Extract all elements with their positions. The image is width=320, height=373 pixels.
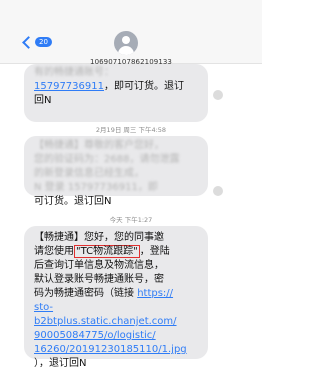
message-line: 后查询订单信息及物流信息， <box>34 260 164 271</box>
message-line: 【畅捷通】您好，您的同事邀 <box>34 232 164 243</box>
phone-link[interactable]: 15797736911 <box>34 81 104 92</box>
message-line: 16260/20191230185110/1.jpg <box>34 343 198 357</box>
message-line: 默认登录账号畅捷通账号，密 <box>34 274 164 285</box>
unread-count-badge: 20 <box>35 37 52 47</box>
chevron-left-icon <box>22 35 35 49</box>
url-link-start[interactable]: https:// <box>137 288 173 299</box>
message-line: ），退订回N <box>34 358 87 369</box>
message-line: 90005084775/o/logistic/ <box>34 329 198 343</box>
url-link[interactable]: 90005084775/o/logistic/ <box>34 330 156 341</box>
highlighted-app-name: "TC物流跟踪" <box>74 245 140 258</box>
person-icon-head <box>122 36 130 44</box>
message-line: sto- <box>34 301 198 315</box>
back-button[interactable]: 20 <box>22 35 52 49</box>
message-line: 【畅捷通】尊敬的客户您好， <box>34 140 164 151</box>
message-line: 请您使用 "TC物流跟踪" ，登陆 <box>34 245 170 258</box>
share-icon[interactable] <box>213 90 223 100</box>
url-link[interactable]: 16260/20191230185110/1.jpg <box>34 344 187 355</box>
message-line: 可订货。退订回N <box>34 196 112 207</box>
person-icon-body <box>118 46 134 55</box>
sms-conversation-screen: 20 10690710786210913​3 有的畅捷通账号： 15797736… <box>0 0 262 373</box>
share-icon[interactable] <box>213 186 223 196</box>
message-line: b2btplus.static.chanjet.com/ <box>34 315 198 329</box>
contact-avatar[interactable] <box>114 31 138 55</box>
timestamp-2: 今天 下午1:27 <box>109 216 153 224</box>
message-line: 有的畅捷通账号： <box>34 67 114 78</box>
message-bubble-2[interactable]: 【畅捷通】尊敬的客户您好， 您的验证码为：2688，请勿泄露 的新登录信息已经生… <box>24 136 208 207</box>
timestamp-1: 2月19日 周三 下午4:58 <box>95 126 167 134</box>
message-line: 码为畅捷通密码（链接 https:// <box>34 288 174 299</box>
message-bubble-1[interactable]: 有的畅捷通账号： 15797736911，即可订货。退订 回N <box>24 64 208 122</box>
url-link[interactable]: sto- <box>34 302 53 313</box>
message-bubble-3[interactable]: 【畅捷通】您好，您的同事邀 请您使用 "TC物流跟踪" ，登陆 后查询订单信息及物流… <box>24 226 208 369</box>
message-line: 您的验证码为：2688，请勿泄露 <box>34 154 180 165</box>
message-line: N 登录 15797736911，即 <box>34 182 158 193</box>
conversation-header: 20 10690710786210913​3 <box>0 0 262 66</box>
message-line: 回N <box>34 95 52 106</box>
message-line: 15797736911，即可订货。退订 <box>34 81 184 92</box>
message-line: 的新登录信息已经生成， <box>34 168 144 179</box>
url-link[interactable]: b2btplus.static.chanjet.com/ <box>34 316 177 327</box>
